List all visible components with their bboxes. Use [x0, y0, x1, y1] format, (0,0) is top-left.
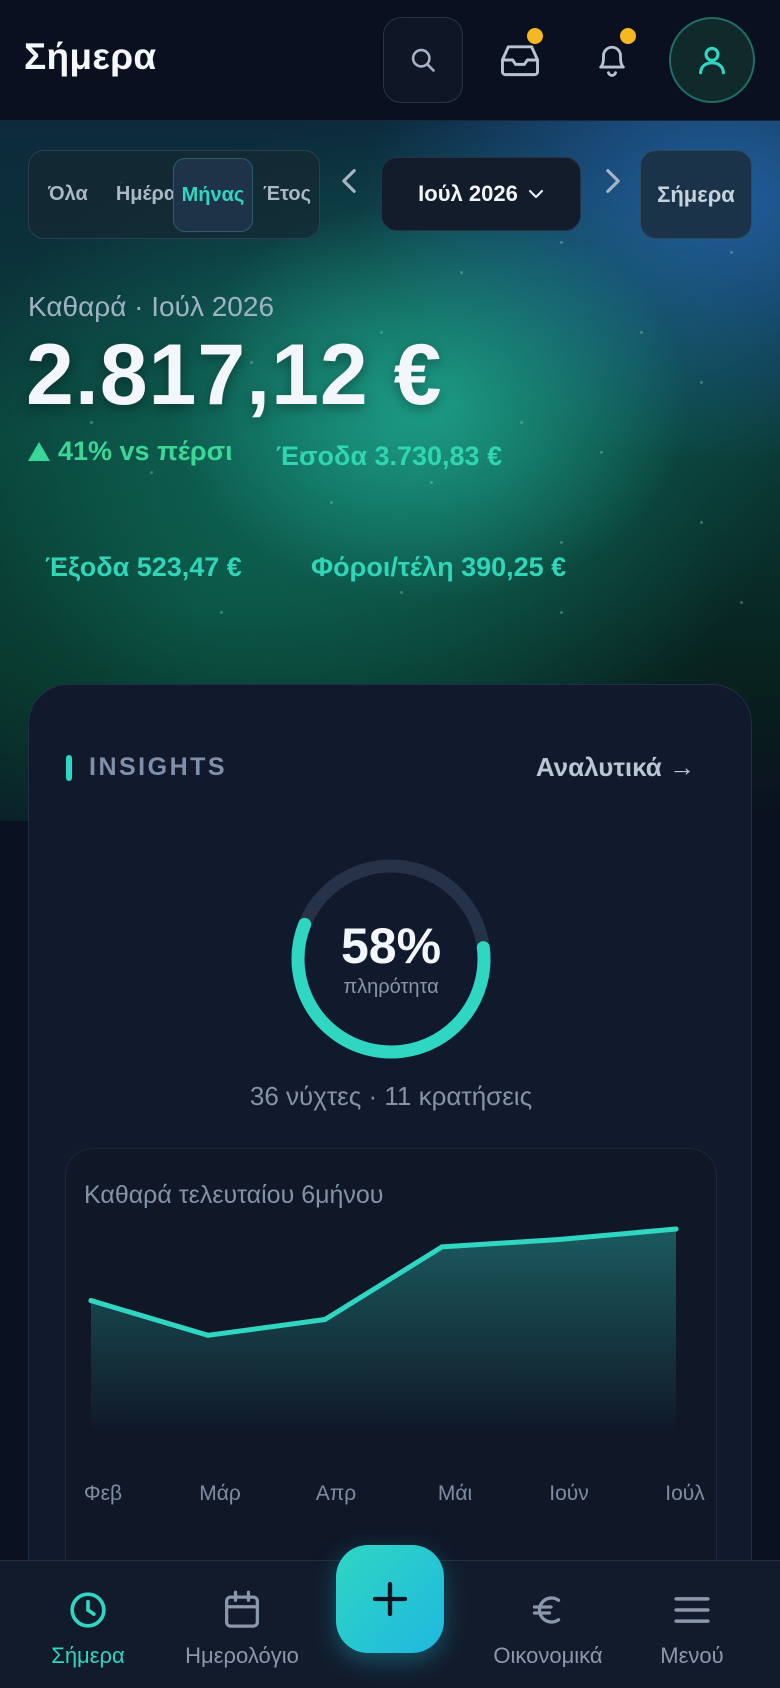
calendar-icon — [225, 1590, 259, 1628]
x-tick-label: Φεβ — [84, 1482, 122, 1505]
search-button[interactable] — [383, 17, 463, 103]
month-picker-label: Ιούλ 2026 — [418, 181, 518, 206]
clock-icon — [70, 1592, 106, 1628]
inbox-icon — [501, 45, 539, 77]
page-title: Σήμερα — [24, 36, 157, 77]
nav-today[interactable]: Σήμερα — [28, 1561, 148, 1688]
chart-point-Ιούν — [556, 1237, 562, 1243]
chart-point-Απρ — [322, 1317, 328, 1323]
segment-month[interactable]: Μήνας — [173, 158, 253, 232]
menu-icon — [674, 1597, 710, 1623]
inbox-button[interactable] — [492, 22, 548, 98]
nav-calendar-label: Ημερολόγιο — [185, 1643, 299, 1668]
nav-finance-label: Οικονομικά — [493, 1643, 603, 1668]
occupancy-summary: 36 νύχτες · 11 κρατήσεις — [249, 1081, 533, 1111]
chart-point-Μάρ — [205, 1332, 211, 1338]
trend-up-icon — [28, 442, 50, 461]
occupancy-value: 58% — [340, 918, 442, 974]
insights-title: INSIGHTS — [89, 753, 228, 781]
chevron-left-icon — [342, 169, 356, 193]
chart-point-Ιούλ — [673, 1226, 679, 1232]
chart-area-fill — [91, 1229, 676, 1432]
net-trend-chart: Φεβ Μάρ Απρ Μάι Ιούν Ιούλ — [84, 1226, 705, 1505]
nav-finance[interactable]: Οικονομικά — [478, 1561, 618, 1688]
insights-accent-bar — [66, 755, 72, 781]
expenses-value: Έξοδα 523,47 € — [45, 552, 242, 582]
net-label: Καθαρά · Ιούλ 2026 — [28, 291, 275, 322]
notifications-button[interactable] — [584, 22, 640, 98]
x-tick-label: Μάι — [438, 1482, 473, 1505]
today-button[interactable]: Σήμερα — [640, 150, 752, 239]
previous-period-button[interactable] — [334, 161, 364, 201]
insights-card: INSIGHTS Αναλυτικά → 58% πληρότητα 36 νύ… — [28, 684, 752, 1688]
month-picker[interactable]: Ιούλ 2026 — [381, 157, 581, 231]
euro-icon — [532, 1596, 561, 1624]
trend-indicator: 41% vs πέρσι — [28, 436, 233, 467]
nav-menu[interactable]: Μενού — [632, 1561, 752, 1688]
chevron-down-icon — [528, 189, 543, 199]
plus-icon — [372, 1581, 408, 1617]
chart-point-Μάι — [439, 1244, 445, 1250]
segment-all[interactable]: Όλα — [37, 151, 99, 237]
analytics-link[interactable]: Αναλυτικά → — [536, 752, 695, 783]
x-tick-label: Απρ — [316, 1482, 356, 1505]
taxes-value: Φόροι/τέλη 390,25 € — [311, 552, 567, 582]
x-tick-label: Ιούν — [549, 1482, 589, 1505]
net-value: 2.817,12 € — [26, 327, 443, 423]
chevron-right-icon — [606, 169, 620, 193]
profile-avatar-button[interactable] — [669, 17, 755, 103]
net-trend-chart-card: Καθαρά τελευταίου 6μήνου Φεβ Μάρ Απρ Μάι Ιού… — [65, 1148, 717, 1608]
segment-year[interactable]: Έτος — [255, 151, 319, 237]
trend-text: 41% vs πέρσι — [58, 436, 233, 466]
user-icon — [699, 46, 725, 75]
chart-point-Φεβ — [88, 1298, 94, 1304]
notification-dot — [620, 28, 636, 44]
nav-calendar[interactable]: Ημερολόγιο — [172, 1561, 312, 1688]
app-header: Σήμερα — [0, 0, 780, 121]
search-icon — [411, 48, 435, 72]
add-button[interactable] — [336, 1545, 444, 1653]
bell-icon — [599, 45, 625, 77]
nav-menu-label: Μενού — [660, 1643, 724, 1668]
period-segmented-control: Όλα Ημέρα Μήνας Έτος — [28, 150, 320, 239]
x-tick-label: Ιούλ — [665, 1482, 705, 1505]
x-tick-label: Μάρ — [199, 1482, 241, 1505]
inbox-notification-dot — [527, 28, 543, 44]
next-period-button[interactable] — [598, 161, 628, 201]
occupancy-label: πληρότητα — [343, 976, 439, 998]
income-value: Έσοδα 3.730,83 € — [276, 441, 503, 471]
nav-today-label: Σήμερα — [51, 1643, 125, 1668]
